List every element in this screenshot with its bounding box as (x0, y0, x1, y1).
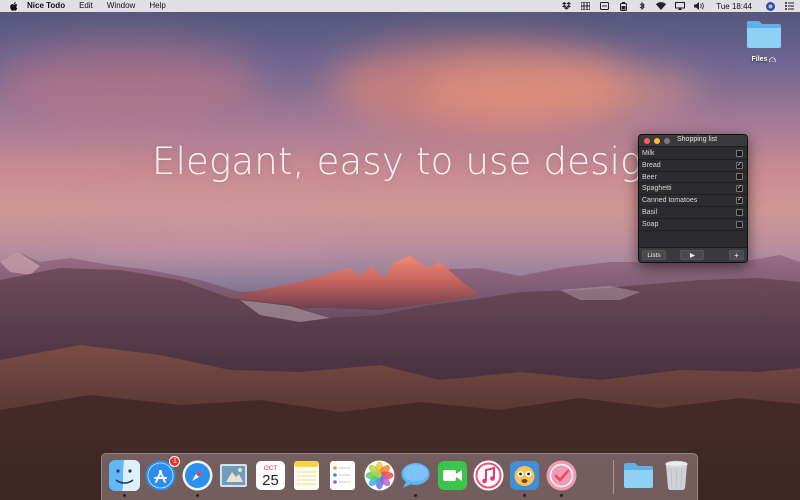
todo-item[interactable]: Bread ✓ (639, 160, 747, 172)
todo-item-checkbox[interactable]: ✓ (736, 197, 743, 205)
menu-app-name[interactable]: Nice Todo (27, 0, 65, 12)
dock-item-reminders[interactable] (326, 459, 359, 492)
todo-window: Shopping list Milk Bread ✓ Beer Spaghetti ✓ Ca… (638, 134, 748, 263)
todo-item[interactable]: Spaghetti ✓ (639, 183, 747, 196)
dock-item-finder[interactable] (108, 459, 141, 492)
notification-badge: 1 (169, 456, 181, 467)
dock-item-itunes[interactable] (472, 459, 505, 492)
running-indicator (559, 494, 563, 497)
dock-item-calendar[interactable]: OCT 25 (254, 459, 287, 492)
tweetbot-icon (509, 460, 540, 491)
desktop-folder[interactable]: Files (740, 20, 788, 63)
headline-text: Elegant, easy to use design (152, 140, 667, 183)
todo-item[interactable]: Basil (639, 207, 747, 219)
dock-item-nice-todo[interactable] (545, 459, 578, 492)
reminders-icon (327, 460, 358, 491)
todo-item-label: Basil (642, 208, 658, 216)
todo-item-label: Milk (642, 149, 655, 157)
todo-item-checkbox[interactable] (736, 220, 743, 228)
todo-list: Milk Bread ✓ Beer Spaghetti ✓ Canned tomatoes ✓… (639, 147, 747, 231)
todo-item-label: Soap (642, 220, 659, 228)
dock-item-folder[interactable] (622, 459, 655, 492)
dock-item-safari[interactable] (181, 459, 214, 492)
cloud-icon (769, 57, 777, 62)
todo-item-label: Spaghetti (642, 185, 672, 193)
calendar-icon: OCT 25 (255, 460, 286, 491)
dock-item-tweetbot[interactable] (508, 459, 541, 492)
window-toolbar: Lists + (639, 247, 747, 262)
folder-icon (747, 21, 781, 48)
window-titlebar[interactable]: Shopping list (639, 135, 747, 147)
todo-item-label: Bread (642, 161, 661, 169)
mail-icon (218, 460, 249, 491)
dock-item-notes[interactable] (290, 459, 323, 492)
itunes-icon (473, 460, 504, 491)
safari-icon (182, 460, 213, 491)
todo-item[interactable]: Beer (639, 172, 747, 184)
minimize-button[interactable] (654, 138, 660, 144)
dock-separator (613, 460, 614, 494)
add-item-button[interactable]: + (729, 250, 744, 260)
vpn-icon[interactable] (599, 2, 609, 11)
todo-item[interactable]: Soap (639, 219, 747, 231)
todo-item-checkbox[interactable] (736, 208, 743, 216)
wifi-icon[interactable] (656, 2, 667, 11)
play-button[interactable] (680, 250, 704, 260)
volume-icon[interactable] (694, 2, 705, 11)
desktop-folder-label: Files (751, 56, 768, 63)
menu-help[interactable]: Help (149, 0, 165, 12)
running-indicator (123, 494, 126, 497)
airplay-icon[interactable] (675, 2, 686, 11)
todo-item-checkbox[interactable] (736, 173, 743, 181)
close-button[interactable] (644, 138, 650, 144)
battery-icon[interactable] (618, 1, 628, 11)
list-icon[interactable] (784, 2, 794, 11)
dock: 1 OCT 25 (101, 453, 698, 500)
lists-button[interactable]: Lists (642, 250, 666, 260)
facetime-icon (437, 460, 468, 491)
todo-item-checkbox[interactable]: ✓ (736, 161, 743, 169)
trash-icon (664, 460, 689, 491)
running-indicator (195, 494, 199, 497)
clock-label[interactable]: Tue 18:44 (716, 2, 752, 11)
messages-icon (400, 460, 431, 491)
dock-item-messages[interactable] (399, 459, 432, 492)
dropbox-icon[interactable] (561, 2, 571, 11)
running-indicator (414, 494, 418, 497)
svg-text:25: 25 (262, 472, 279, 489)
notes-icon (291, 460, 322, 491)
todo-item-checkbox[interactable] (736, 149, 743, 157)
user-icon[interactable] (765, 1, 775, 11)
todo-item[interactable]: Milk (639, 148, 747, 160)
running-indicator (523, 494, 527, 497)
nice-todo-icon (546, 460, 577, 491)
svg-text:OCT: OCT (263, 465, 277, 472)
photos-icon (364, 460, 395, 491)
menu-bar: Nice Todo Edit Window Help Tue 18:44 (0, 0, 800, 12)
apple-menu-icon[interactable] (9, 1, 19, 11)
finder-icon (109, 460, 140, 491)
dock-item-facetime[interactable] (436, 459, 469, 492)
bluetooth-icon[interactable] (637, 1, 647, 11)
grid-icon[interactable] (580, 2, 590, 11)
zoom-button[interactable] (664, 138, 670, 144)
dock-item-app-store[interactable]: 1 (144, 456, 181, 492)
menu-window[interactable]: Window (107, 0, 135, 12)
todo-item-label: Canned tomatoes (642, 197, 698, 205)
menu-edit[interactable]: Edit (79, 0, 93, 12)
dock-item-mail[interactable] (217, 459, 250, 492)
play-icon (689, 252, 695, 258)
dock-item-trash[interactable] (660, 459, 693, 492)
window-title: Shopping list (677, 136, 718, 143)
todo-item-checkbox[interactable]: ✓ (736, 185, 743, 193)
folder-icon (623, 462, 654, 489)
todo-item[interactable]: Canned tomatoes ✓ (639, 195, 747, 207)
dock-item-photos[interactable] (363, 459, 396, 492)
todo-item-label: Beer (642, 173, 657, 181)
